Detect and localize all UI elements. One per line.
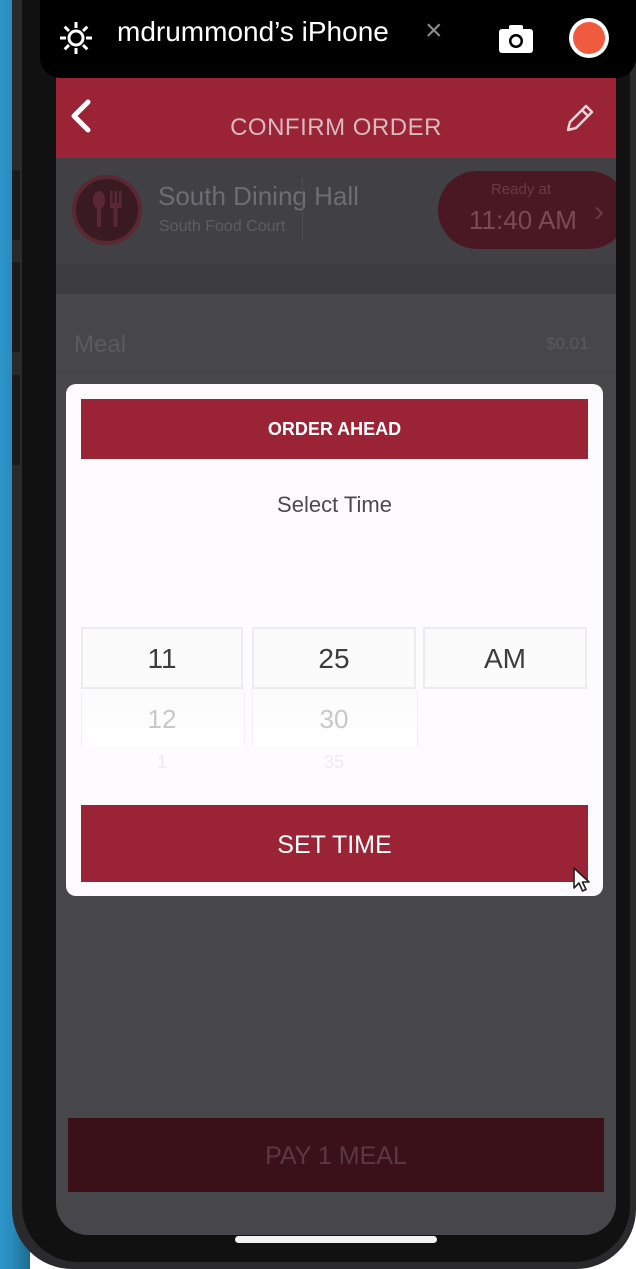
ready-time-button[interactable]: Ready at 11:40 AM › — [438, 171, 616, 249]
modal-subtitle: Select Time — [277, 492, 392, 517]
divider — [302, 177, 303, 241]
modal-header: ORDER AHEAD — [81, 399, 588, 459]
chevron-right-icon: › — [594, 195, 604, 228]
hour-picker[interactable]: 11 — [81, 627, 243, 689]
modal-title: ORDER AHEAD — [267, 419, 402, 439]
set-time-label: SET TIME — [277, 831, 392, 859]
line-item-label: Meal — [74, 331, 127, 358]
order-ahead-modal: ORDER AHEAD Select Time 11 25 AM 12 30 1… — [66, 384, 603, 896]
side-button — [12, 170, 20, 240]
period-value: AM — [484, 643, 526, 674]
ready-label: Ready at — [490, 181, 552, 198]
camera-icon[interactable] — [498, 22, 534, 54]
hour-next2-value: 1 — [156, 752, 167, 772]
record-icon[interactable] — [569, 18, 609, 58]
pay-button[interactable]: PAY 1 MEAL — [68, 1118, 604, 1192]
device-name: mdrummond’s iPhone — [117, 16, 389, 47]
minute-value: 25 — [318, 643, 350, 674]
set-time-button[interactable]: SET TIME — [81, 805, 588, 882]
side-button — [12, 262, 20, 352]
minute-next-value: 30 — [319, 704, 349, 734]
utensils-icon — [72, 175, 142, 245]
section-divider — [56, 264, 616, 294]
close-icon[interactable]: × — [425, 14, 443, 48]
location-subtitle: South Food Court — [159, 218, 286, 235]
location-name: South Dining Hall — [158, 181, 359, 211]
pay-button-label: PAY 1 MEAL — [265, 1142, 407, 1170]
side-button — [12, 375, 20, 465]
pencil-icon[interactable] — [562, 102, 596, 136]
period-picker[interactable]: AM — [423, 627, 587, 689]
gear-icon[interactable] — [58, 20, 94, 56]
page-title: CONFIRM ORDER — [230, 114, 442, 141]
ready-time: 11:40 AM — [469, 205, 577, 235]
hour-next-value: 12 — [147, 704, 177, 734]
header-bar: CONFIRM ORDER — [56, 78, 616, 158]
home-indicator[interactable] — [235, 1236, 437, 1243]
line-item-price: $0.01 — [546, 334, 589, 353]
minute-picker[interactable]: 25 — [252, 627, 416, 689]
hour-value: 11 — [147, 643, 177, 674]
mouse-cursor-icon — [573, 867, 590, 892]
minute-next2-value: 35 — [323, 752, 345, 772]
divider — [56, 373, 616, 374]
